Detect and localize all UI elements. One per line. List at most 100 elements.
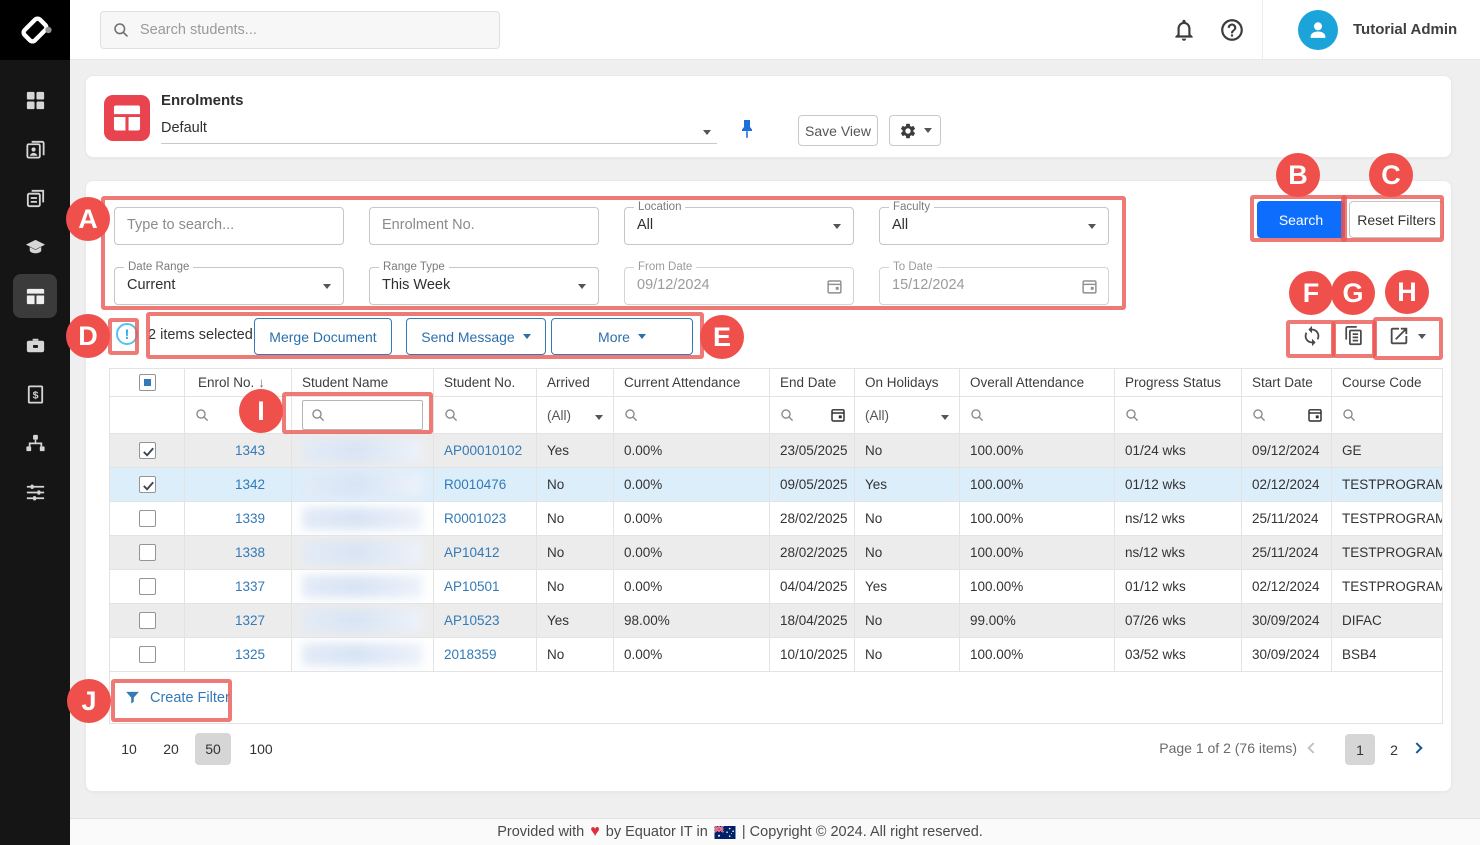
row-checkbox[interactable] [139, 476, 156, 493]
column-header-course_code[interactable]: Course Code [1332, 369, 1443, 397]
to-date-field[interactable]: To Date 15/12/2024 [879, 267, 1109, 305]
more-button[interactable]: More [551, 318, 693, 355]
page-size-100[interactable]: 100 [239, 733, 283, 765]
sidebar-item-services[interactable] [13, 323, 57, 367]
calendar-icon[interactable] [1307, 407, 1323, 423]
link-student_no[interactable]: AP10412 [444, 545, 500, 560]
sidebar-item-documents[interactable] [13, 176, 57, 220]
filter-cell-on_holidays[interactable]: (All) [855, 397, 960, 434]
page-number-2[interactable]: 2 [1379, 734, 1409, 765]
column-header-progress_status[interactable]: Progress Status [1115, 369, 1242, 397]
reset-filters-button[interactable]: Reset Filters [1349, 201, 1444, 238]
app-logo[interactable] [0, 0, 70, 60]
refresh-icon[interactable] [1301, 325, 1323, 347]
from-date-field[interactable]: From Date 09/12/2024 [624, 267, 854, 305]
link-enrol_no[interactable]: 1342 [235, 477, 265, 492]
student-name-filter-input[interactable] [302, 400, 423, 430]
column-header-current_attendance[interactable]: Current Attendance [614, 369, 770, 397]
link-student_no[interactable]: R0001023 [444, 511, 506, 526]
export-icon[interactable] [1388, 325, 1410, 347]
type-to-search-input[interactable] [127, 217, 327, 233]
search-icon[interactable] [970, 408, 985, 423]
send-message-button[interactable]: Send Message [406, 318, 546, 355]
avatar[interactable] [1298, 10, 1338, 50]
link-enrol_no[interactable]: 1343 [235, 443, 265, 458]
link-student_no[interactable]: 2018359 [444, 647, 497, 662]
enrolment-no-input[interactable] [382, 217, 582, 233]
filter-cell-progress_status[interactable] [1115, 397, 1242, 434]
column-header-start_date[interactable]: Start Date [1242, 369, 1332, 397]
link-student_no[interactable]: AP00010102 [444, 443, 522, 458]
link-student_no[interactable]: AP10501 [444, 579, 500, 594]
column-chooser-icon[interactable] [1343, 325, 1365, 347]
page-size-20[interactable]: 20 [153, 733, 189, 765]
page-number-1[interactable]: 1 [1345, 734, 1375, 765]
row-checkbox[interactable] [139, 510, 156, 527]
search-icon[interactable] [780, 408, 795, 423]
column-header-student_no[interactable]: Student No. [434, 369, 537, 397]
column-header-end_date[interactable]: End Date [770, 369, 855, 397]
filter-cell-student_no[interactable] [434, 397, 537, 434]
column-header-student_name[interactable]: Student Name [292, 369, 434, 397]
sidebar-item-settings[interactable] [13, 470, 57, 514]
filter-select-arrived[interactable]: (All) [547, 408, 571, 423]
user-name[interactable]: Tutorial Admin [1353, 21, 1457, 38]
faculty-select[interactable]: Faculty All [879, 207, 1109, 245]
row-checkbox[interactable] [139, 612, 156, 629]
column-header-overall_attendance[interactable]: Overall Attendance [960, 369, 1115, 397]
link-enrol_no[interactable]: 1325 [235, 647, 265, 662]
next-page-icon[interactable] [1411, 742, 1422, 753]
link-student_no[interactable]: R0010476 [444, 477, 506, 492]
sidebar-item-students[interactable] [13, 127, 57, 171]
link-enrol_no[interactable]: 1327 [235, 613, 265, 628]
search-icon[interactable] [195, 408, 210, 423]
search-icon[interactable] [1252, 408, 1267, 423]
type-to-search-field[interactable] [114, 207, 344, 245]
location-select[interactable]: Location All [624, 207, 854, 245]
chevron-down-icon[interactable] [1418, 334, 1426, 339]
date-range-select[interactable]: Date Range Current [114, 267, 344, 305]
filter-select-on_holidays[interactable]: (All) [865, 408, 889, 423]
view-select[interactable]: Default [161, 114, 717, 144]
search-icon[interactable] [1342, 408, 1357, 423]
filter-cell-end_date[interactable] [770, 397, 855, 434]
enrolment-no-field[interactable] [369, 207, 599, 245]
range-type-select[interactable]: Range Type This Week [369, 267, 599, 305]
column-header-enrol_no[interactable]: Enrol No.↓ [185, 369, 292, 397]
pin-icon[interactable] [735, 116, 759, 142]
column-header-on_holidays[interactable]: On Holidays [855, 369, 960, 397]
row-checkbox[interactable] [139, 578, 156, 595]
column-header-arrived[interactable]: Arrived [537, 369, 614, 397]
search-icon[interactable] [624, 408, 639, 423]
merge-document-button[interactable]: Merge Document [254, 318, 392, 355]
link-enrol_no[interactable]: 1337 [235, 579, 265, 594]
link-enrol_no[interactable]: 1338 [235, 545, 265, 560]
sidebar-item-network[interactable] [13, 421, 57, 465]
previous-page-icon[interactable] [1307, 742, 1318, 753]
select-all-checkbox[interactable] [139, 374, 156, 391]
sidebar-item-enrolments[interactable] [13, 274, 57, 318]
create-filter-link[interactable]: Create Filter [124, 672, 230, 723]
row-checkbox[interactable] [139, 544, 156, 561]
search-icon[interactable] [1125, 408, 1140, 423]
filter-cell-student_name[interactable] [292, 397, 434, 434]
filter-cell-start_date[interactable] [1242, 397, 1332, 434]
filter-cell-overall_attendance[interactable] [960, 397, 1115, 434]
search-icon[interactable] [311, 408, 326, 423]
global-student-search[interactable] [100, 11, 500, 49]
search-button[interactable]: Search [1257, 201, 1345, 238]
sidebar-item-courses[interactable] [13, 225, 57, 269]
search-students-input[interactable] [140, 22, 470, 38]
search-icon[interactable] [444, 408, 459, 423]
filter-cell-course_code[interactable] [1332, 397, 1443, 434]
sidebar-item-dashboard[interactable] [13, 78, 57, 122]
save-view-button[interactable]: Save View [798, 115, 878, 146]
page-size-50[interactable]: 50 [195, 733, 231, 765]
help-icon[interactable] [1219, 17, 1245, 43]
link-student_no[interactable]: AP10523 [444, 613, 500, 628]
filter-cell-current_attendance[interactable] [614, 397, 770, 434]
row-checkbox[interactable] [139, 442, 156, 459]
calendar-icon[interactable] [830, 407, 846, 423]
page-size-10[interactable]: 10 [111, 733, 147, 765]
link-enrol_no[interactable]: 1339 [235, 511, 265, 526]
